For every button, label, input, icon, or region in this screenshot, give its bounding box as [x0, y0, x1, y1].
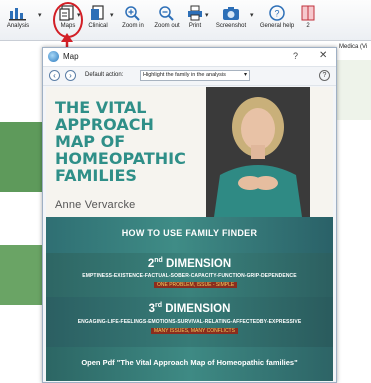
- clinical-icon: [91, 5, 104, 20]
- background-left-panel: [0, 41, 42, 383]
- how-to-use-banner[interactable]: HOW TO USE FAMILY FINDER: [46, 217, 333, 253]
- zoom-in-label: Zoom in: [122, 23, 144, 29]
- zoom-in-button[interactable]: Zoom in: [118, 2, 148, 38]
- zoom-in-icon: [125, 6, 140, 21]
- map-window-title: Map: [63, 52, 79, 61]
- map-window-titlebar[interactable]: Map ? ✕: [43, 48, 336, 67]
- cover-title-line: APPROACH: [55, 115, 154, 134]
- main-toolbar: Analysis ▾ Maps ▾ Clinical ▾ Zoom in Zoo…: [0, 0, 371, 41]
- background-green-block-lower: [0, 245, 42, 305]
- clinical-button[interactable]: Clinical: [86, 2, 110, 38]
- general-help-button[interactable]: ? General help: [258, 2, 296, 38]
- second-dimension-tag: ONE PROBLEM, ISSUE - SIMPLE: [154, 282, 238, 288]
- open-pdf-banner[interactable]: Open Pdf "The Vital Approach Map of Home…: [46, 347, 333, 381]
- back-arrow-icon[interactable]: ‹: [49, 70, 60, 81]
- clinical-dropdown-caret[interactable]: ▾: [110, 11, 114, 19]
- svg-text:?: ?: [274, 9, 279, 19]
- second-dimension-title: 2nd DIMENSION: [46, 257, 333, 270]
- background-column-label: Medica (Vi: [339, 44, 368, 50]
- default-action-dropdown[interactable]: Highlight the family in the analysis ▾: [140, 70, 250, 81]
- third-dimension-title: 3rd DIMENSION: [46, 302, 333, 315]
- third-dimension-keywords: ENGAGING-LIFE-FEELINGS-EMOTIONS-SURVIVAL…: [77, 319, 302, 325]
- clinical-label: Clinical: [88, 23, 108, 29]
- second-dimension-banner[interactable]: 2nd DIMENSION EMPTINESS-EXISTENCE-FACTUA…: [46, 253, 333, 297]
- second-dimension-keywords: EMPTINESS-EXISTENCE-FACTUAL-SOBER-CAPACI…: [82, 273, 297, 279]
- zoom-out-label: Zoom out: [154, 23, 180, 29]
- cover-title-line: FAMILIES: [55, 166, 137, 185]
- cover-title-line: THE VITAL: [55, 98, 147, 117]
- print-dropdown-caret[interactable]: ▾: [205, 11, 209, 19]
- cover-title-line: HOMEOPATHIC: [55, 149, 186, 168]
- third-dimension-banner[interactable]: 3rd DIMENSION ENGAGING-LIFE-FEELINGS-EMO…: [46, 297, 333, 347]
- actionbar-help-icon[interactable]: ?: [319, 70, 330, 81]
- extra-label: 2: [306, 23, 310, 29]
- how-to-use-text: HOW TO USE FAMILY FINDER: [121, 228, 258, 238]
- analysis-dropdown-caret[interactable]: ▾: [38, 11, 42, 19]
- cover-title-line: MAP OF: [55, 132, 126, 151]
- author-photo: [206, 87, 310, 217]
- print-button[interactable]: Print: [185, 2, 205, 38]
- book-cover: THE VITAL APPROACH MAP OF HOMEOPATHIC FA…: [46, 87, 333, 217]
- third-dimension-tag: MANY ISSUES, MANY CONFLICTS: [151, 328, 238, 334]
- analysis-label: Analysis: [6, 23, 30, 29]
- open-pdf-link: Open Pdf "The Vital Approach Map of Home…: [81, 358, 298, 367]
- extra-button[interactable]: 2: [298, 2, 318, 38]
- default-action-value: Highlight the family in the analysis: [143, 72, 226, 78]
- map-window: Map ? ✕ ‹ › Default action: Highlight th…: [42, 47, 337, 383]
- print-icon: [188, 5, 202, 21]
- second-dimension-label: DIMENSION: [166, 257, 232, 270]
- cover-title: THE VITAL APPROACH MAP OF HOMEOPATHIC FA…: [55, 99, 205, 184]
- map-window-actionbar: ‹ › Default action: Highlight the family…: [43, 67, 336, 86]
- screenshot-label: Screenshot: [215, 23, 247, 29]
- chevron-down-icon: ▾: [243, 72, 247, 78]
- camera-icon: [223, 7, 239, 20]
- forward-arrow-icon[interactable]: ›: [65, 70, 76, 81]
- screenshot-dropdown-caret[interactable]: ▾: [250, 11, 254, 19]
- third-dimension-label: DIMENSION: [165, 302, 231, 315]
- map-content: THE VITAL APPROACH MAP OF HOMEOPATHIC FA…: [46, 87, 333, 381]
- zoom-out-icon: [159, 6, 174, 21]
- background-right-strip: [337, 60, 371, 120]
- print-label: Print: [188, 23, 202, 29]
- cover-author: Anne Vervarcke: [55, 199, 136, 211]
- zoom-out-button[interactable]: Zoom out: [150, 2, 184, 38]
- second-dimension-suffix: nd: [154, 257, 163, 264]
- analysis-button[interactable]: Analysis: [2, 2, 34, 38]
- help-icon: ?: [269, 5, 285, 21]
- screenshot-button[interactable]: Screenshot: [213, 2, 249, 38]
- general-help-label: General help: [259, 23, 295, 29]
- window-help-button[interactable]: ?: [293, 51, 298, 61]
- default-action-label: Default action:: [85, 72, 124, 78]
- analysis-icon: [9, 8, 26, 21]
- window-close-button[interactable]: ✕: [319, 50, 327, 61]
- background-green-block: [0, 122, 42, 192]
- book-icon: [301, 5, 315, 21]
- map-window-icon: [48, 51, 59, 62]
- third-dimension-suffix: rd: [155, 302, 163, 309]
